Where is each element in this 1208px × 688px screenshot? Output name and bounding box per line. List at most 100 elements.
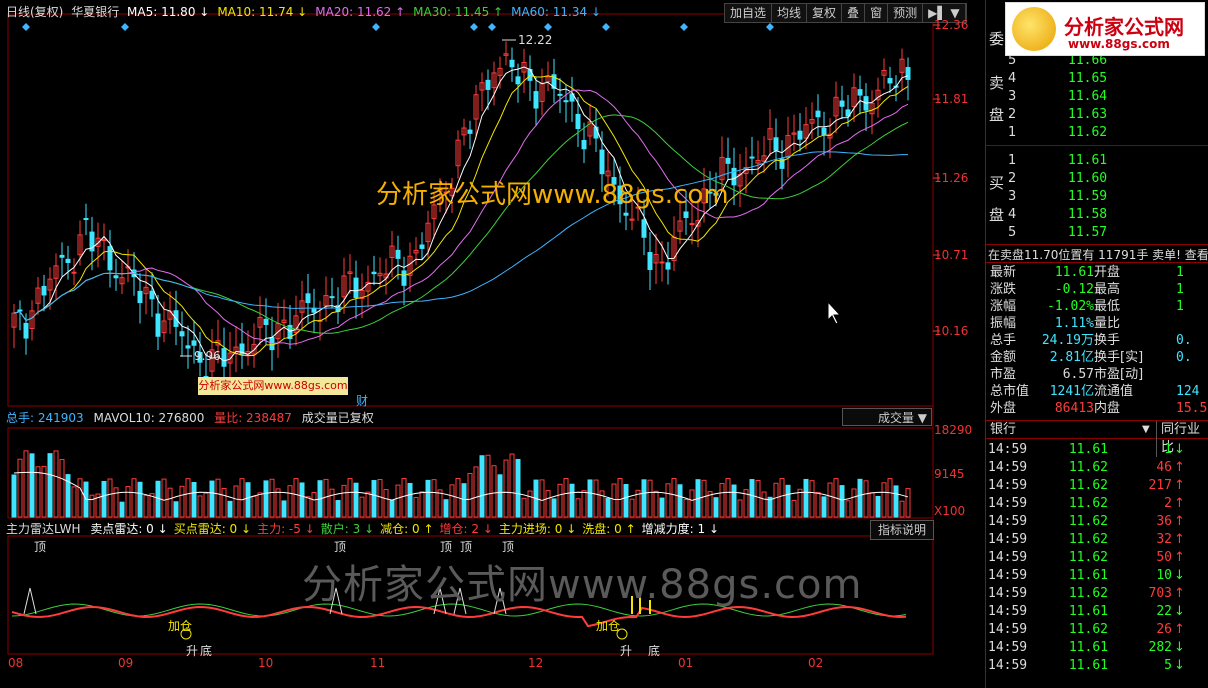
chart-mode[interactable]: 日线(复权) (6, 5, 63, 19)
toolbar-button[interactable]: 加自选 (725, 4, 773, 22)
candle-body (83, 218, 89, 221)
tick-time: 14:59 (988, 568, 1028, 583)
volume-bar (773, 482, 779, 518)
toolbar-button[interactable]: 复权 (807, 4, 843, 22)
bid-side-label: 盘 (989, 206, 1005, 224)
bid-side-label: 买 (989, 174, 1005, 192)
signal-diamond-icon (121, 23, 129, 31)
volume-bar (377, 479, 383, 518)
volume-bar (689, 489, 695, 518)
stat-label: 换手 (1094, 333, 1121, 348)
stat-value: 124 (1176, 384, 1200, 399)
volume-bar (371, 480, 377, 518)
ma-line (13, 74, 909, 357)
tick-price: 11.61 (1068, 604, 1108, 619)
volume-bar (263, 480, 269, 518)
stat-value: 6.57 (1062, 367, 1094, 382)
indicator-value: 洗盘: 0 ↑ (582, 522, 636, 536)
tick-price: 11.61 (1068, 568, 1108, 583)
panel-row: 金额 2.81亿 换手[实] 0. (986, 349, 1208, 367)
date-axis-label: 12 (528, 656, 544, 670)
logo-emblem-icon (1012, 7, 1056, 51)
tick-price: 11.62 (1068, 460, 1108, 475)
candle-body (263, 318, 269, 326)
candle-body (23, 322, 29, 339)
stat-value: -0.12 (1054, 282, 1094, 297)
signal-diamond-icon (372, 23, 380, 31)
toolbar-button[interactable]: 叠 (842, 4, 866, 22)
volume-bar (515, 458, 521, 518)
bid-price: 11.60 (1068, 171, 1108, 186)
volume-bar (185, 478, 191, 518)
panel-row: 市盈 6.57 市盈[动] (986, 366, 1208, 384)
volume-bar (539, 479, 545, 518)
tick-volume: 703 (1148, 586, 1172, 601)
tick-time: 14:59 (988, 478, 1028, 493)
panel-row: 3 11.64 (986, 88, 1208, 106)
volume-bar (131, 478, 137, 518)
volume-bar (137, 481, 143, 518)
candle-body (113, 275, 119, 279)
volume-bar (845, 500, 851, 518)
panel-row: 1 11.62 (986, 124, 1208, 142)
ma-legend: MA5: 11.80 ↓ MA10: 11.74 ↓ MA20: 11.62 ↑ MA… (127, 5, 609, 19)
tick-price: 11.62 (1068, 532, 1108, 547)
toolbar-button[interactable]: 窗 (865, 4, 889, 22)
volume-bar (665, 483, 671, 518)
candle-body (311, 307, 317, 313)
indicator-value: 卖点雷达: 0 ↓ (90, 522, 168, 536)
tick-time: 14:59 (988, 604, 1028, 619)
sector-dropdown-icon[interactable]: ▼ (1142, 421, 1150, 439)
candle-body (683, 211, 689, 218)
signal-bottom-label: 加仓 (596, 619, 621, 633)
ask-level: 4 (1008, 71, 1017, 86)
volume-bar (335, 500, 341, 518)
tick-direction-icon: ↑ (1174, 514, 1185, 529)
big-order-notice[interactable]: 在卖盘11.70位置有 11791手 卖单! 查看 (988, 246, 1208, 263)
indicator-explain-button[interactable]: 指标说明 (870, 520, 934, 540)
panel-row: 最新 11.61 开盘 1 (986, 264, 1208, 282)
volume-bar (827, 482, 833, 518)
ma-legend-item: MA30: 11.45 ↑ (413, 5, 504, 19)
volume-bar (521, 497, 527, 518)
tick-time: 14:59 (988, 622, 1028, 637)
tick-volume: 2 (1164, 496, 1172, 511)
candle-body (905, 67, 911, 80)
logo-url: www.88gs.com (1068, 37, 1170, 51)
tick-direction-icon: ↓ (1174, 442, 1185, 457)
candle-body (575, 113, 581, 130)
volume-header: 总手: 241903 MAVOL10: 276800 量比: 238487 成交… (6, 410, 380, 426)
stat-label: 外盘 (990, 401, 1017, 416)
candle-body (65, 258, 71, 263)
toolbar-button[interactable]: 均线 (772, 4, 808, 22)
volume-bar (209, 480, 215, 518)
indicator-values: 卖点雷达: 0 ↓ 买点雷达: 0 ↓ 主力: -5 ↓ 散户: 3 ↓ 减仓: 0 ↑… (90, 522, 725, 536)
volume-mavol: MAVOL10: 276800 (93, 411, 205, 425)
ask-level: 1 (1008, 125, 1017, 140)
sector-selector[interactable]: 银行 (990, 421, 1016, 439)
indicator-header: 主力雷达LWH 卖点雷达: 0 ↓ 买点雷达: 0 ↓ 主力: -5 ↓ 散户: 3 … (6, 521, 731, 537)
finance-marker[interactable]: 财 (356, 392, 368, 409)
indicator-value: 主力: -5 ↓ (257, 522, 315, 536)
volume-bar (719, 483, 725, 518)
indicator-select-dropdown[interactable]: 成交量 ▼ (842, 408, 932, 426)
signal-diamond-icon (680, 23, 688, 31)
stat-value: 11.61 (1054, 265, 1094, 280)
volume-bar (491, 465, 497, 518)
tick-direction-icon: ↑ (1174, 550, 1185, 565)
volume-bar (593, 479, 599, 518)
toolbar-button[interactable]: 预测 (888, 4, 924, 22)
candle-body (749, 156, 755, 159)
panel-row: 14:59 11.61 10 ↓ (986, 567, 1208, 585)
volume-bar (563, 478, 569, 518)
stat-value: 1241亿 (1049, 384, 1094, 399)
stat-value: 24.19万 (1041, 333, 1094, 348)
stat-label: 市盈[动] (1094, 367, 1144, 382)
stat-value: 1 (1176, 265, 1184, 280)
volume-bar (221, 488, 227, 518)
stat-label: 流通值 (1094, 384, 1134, 399)
panel-row: 14:59 11.62 36 ↑ (986, 513, 1208, 531)
indicator-spike (23, 587, 37, 615)
volume-bar (557, 483, 563, 518)
panel-row: 银行 ▼ 同行业比 (986, 421, 1208, 457)
